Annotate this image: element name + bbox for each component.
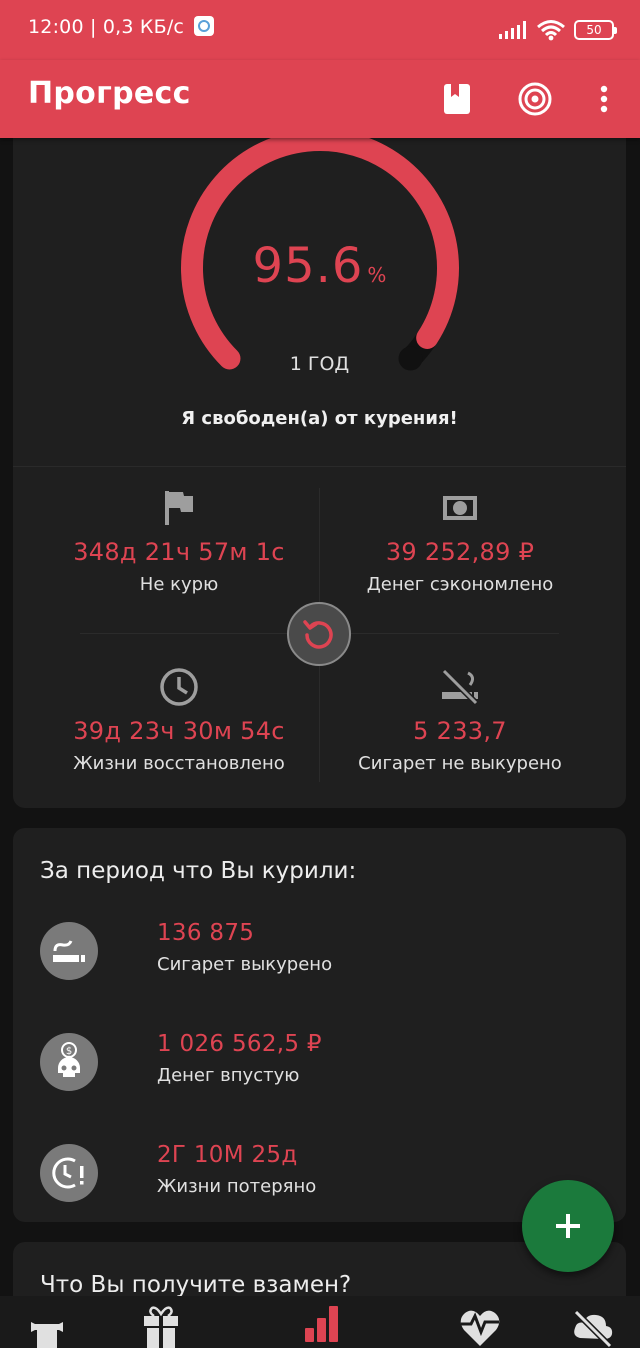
freedom-message: Я свободен(а) от курения! <box>181 408 458 429</box>
stat-value: 348д 21ч 57м 1с <box>73 538 285 566</box>
reset-button[interactable] <box>287 602 351 666</box>
bar-chart-icon <box>305 1306 338 1342</box>
svg-text:$: $ <box>66 1046 72 1057</box>
stat-label: Денег сэкономлено <box>366 574 554 595</box>
gauge-goal-label: 1 ГОД <box>289 353 350 375</box>
period-value: 2Г 10М 25д <box>157 1142 298 1168</box>
app-notification-icon <box>194 16 215 36</box>
heart-pulse-icon <box>460 1310 500 1346</box>
nav-item-progress[interactable] <box>296 1302 346 1344</box>
section-title: За период что Вы курили: <box>40 858 357 884</box>
no-smoking-cloud-icon <box>573 1309 613 1348</box>
period-label: Денег впустую <box>157 1065 300 1086</box>
progress-card: 95.6% 1 ГОД Я свободен(а) от курения! 34… <box>13 120 626 808</box>
money-skull-icon: $ <box>58 1042 80 1077</box>
book-icon <box>444 84 470 114</box>
stat-money-saved: 39 252,89 ₽ Денег сэкономлено <box>315 488 605 595</box>
list-item: 136 875 Сигарет выкурено <box>13 920 626 984</box>
cigarette-icon <box>53 940 85 962</box>
add-button[interactable] <box>522 1180 614 1272</box>
gauge-value: 95.6% <box>13 238 626 294</box>
status-bar: 12:00 | 0,3 КБ/с 50 <box>0 0 640 60</box>
nav-item-smoking[interactable] <box>568 1306 618 1348</box>
gauge-percent-number: 95.6 <box>252 238 364 294</box>
target-icon <box>518 82 552 116</box>
period-value: 136 875 <box>157 920 255 946</box>
clock-icon <box>160 668 198 706</box>
bottom-navigation <box>0 1296 640 1348</box>
stat-life-regained: 39д 23ч 30м 54с Жизни восстановлено <box>34 667 324 774</box>
stat-no-smoking: 348д 21ч 57м 1с Не курю <box>34 488 324 595</box>
stat-label: Не курю <box>139 574 219 595</box>
battery-level: 50 <box>586 23 602 37</box>
trophy-icon <box>31 1322 63 1348</box>
stat-value: 39д 23ч 30м 54с <box>73 717 285 745</box>
status-time: 12:00 | 0,3 КБ/с <box>28 16 185 38</box>
page-title: Прогресс <box>28 76 191 111</box>
period-value: 1 026 562,5 ₽ <box>157 1031 322 1057</box>
reset-icon <box>303 620 333 649</box>
flag-icon <box>165 491 193 525</box>
section-title: Что Вы получите взамен? <box>40 1272 352 1298</box>
more-options-button[interactable] <box>582 77 626 121</box>
stat-label: Жизни восстановлено <box>73 753 285 774</box>
more-vert-icon <box>600 85 608 113</box>
gauge-percent-unit: % <box>367 263 387 287</box>
app-bar: Прогресс <box>0 60 640 138</box>
nav-item-achievements[interactable] <box>22 1306 72 1348</box>
period-label: Жизни потеряно <box>157 1176 317 1197</box>
nav-item-health[interactable] <box>455 1306 505 1348</box>
stat-cigarettes-not-smoked: 5 233,7 Сигарет не выкурено <box>315 667 605 774</box>
smoking-period-card: За период что Вы курили: 136 875 Сигарет… <box>13 828 626 1222</box>
stat-label: Сигарет не выкурено <box>358 753 562 774</box>
plus-icon <box>556 1214 580 1238</box>
battery-indicator: 50 <box>574 20 617 40</box>
money-icon <box>443 496 477 520</box>
period-label: Сигарет выкурено <box>157 954 333 975</box>
stat-value: 39 252,89 ₽ <box>385 538 535 566</box>
list-item: $ 1 026 562,5 ₽ Денег впустую <box>13 1031 626 1095</box>
stat-value: 5 233,7 <box>413 717 507 745</box>
no-smoking-icon <box>441 669 479 705</box>
signal-icon <box>499 21 526 39</box>
book-button[interactable] <box>435 77 479 121</box>
nav-item-rewards[interactable] <box>136 1306 186 1348</box>
clock-alert-icon <box>52 1157 84 1189</box>
gift-icon <box>144 1306 178 1348</box>
wifi-icon <box>537 20 565 41</box>
divider <box>13 466 626 467</box>
goal-button[interactable] <box>513 77 557 121</box>
